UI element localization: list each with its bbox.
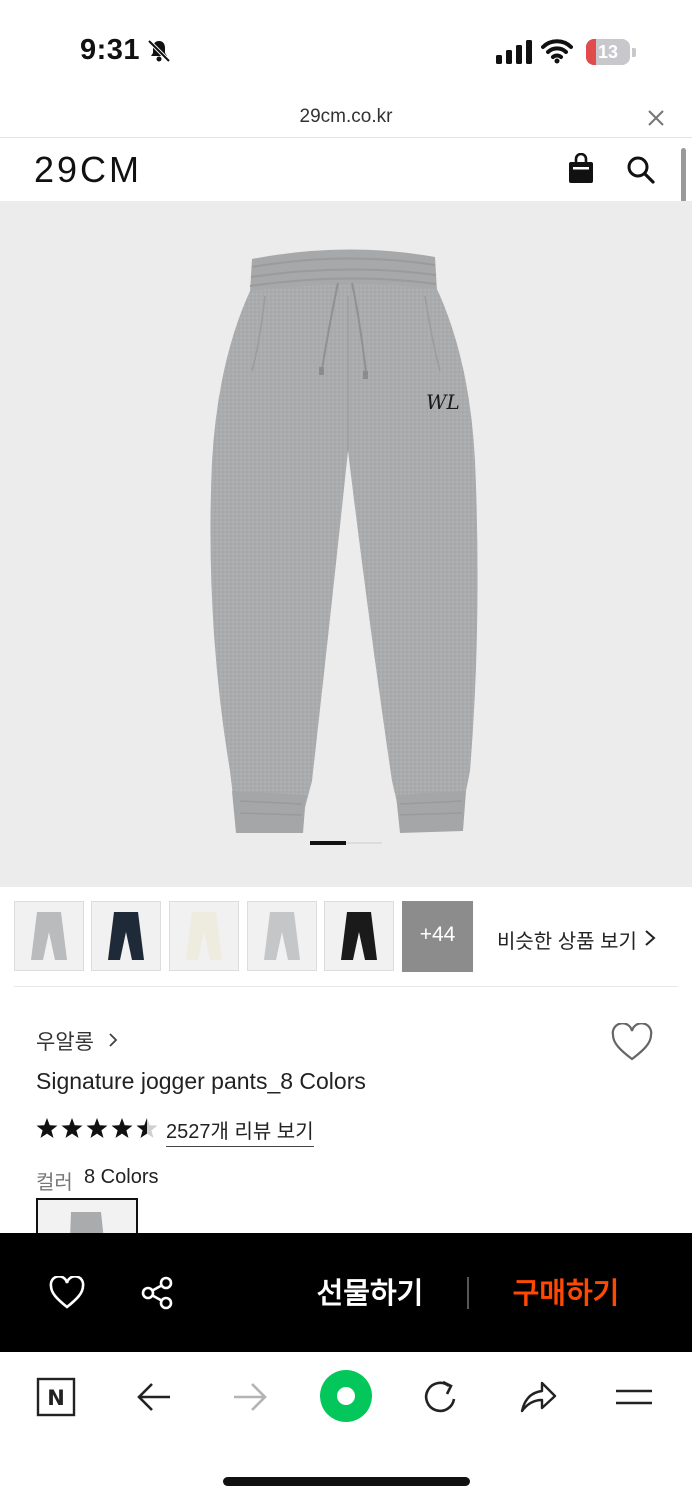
chevron-right-icon[interactable] [107,1031,119,1049]
product-title: Signature jogger pants_8 Colors [36,1068,366,1094]
star-filled-3 [86,1118,108,1138]
wishlist-heart-icon[interactable] [610,1023,654,1063]
pager-active-segment [310,841,346,845]
site-logo[interactable]: 29CM [34,149,142,191]
cellular-signal-icon [496,40,532,64]
url-text[interactable]: 29cm.co.kr [0,106,692,128]
selected-color-swatch[interactable] [36,1198,138,1238]
more-thumbnails-count: +44 [419,923,456,946]
battery-indicator: 13 [586,39,636,65]
thumb-pants-5 [341,912,377,960]
thumbnail-3[interactable] [169,901,239,971]
pager-track [346,842,382,844]
battery-level: 13 [597,42,619,62]
gift-button[interactable]: 선물하기 [300,1271,440,1315]
thumbnail-2[interactable] [91,901,161,971]
share-icon[interactable] [139,1275,175,1311]
product-image-carousel[interactable]: WL [0,201,692,887]
thumb-pants-3 [186,912,222,960]
browser-toolbar: N [0,1352,692,1500]
thumbnail-5[interactable] [324,901,394,971]
brand-name-link[interactable]: 우알롱 [36,1026,94,1056]
chevron-right-icon[interactable] [643,928,657,948]
thumb-pants-1 [31,912,67,960]
star-filled-4 [111,1118,133,1138]
site-header: 29CM [0,139,692,201]
shopping-bag-icon[interactable] [567,153,595,185]
reload-icon[interactable] [421,1377,461,1417]
wifi-icon [541,39,573,64]
similar-products-link[interactable]: 비슷한 상품 보기 [497,925,637,954]
naver-n-icon[interactable]: N [36,1377,76,1417]
home-indicator [223,1477,470,1486]
thumbnail-1[interactable] [14,901,84,971]
status-time: 9:31 [80,34,141,66]
star-filled-2 [61,1118,83,1138]
bell-muted-icon [147,39,171,63]
green-home-icon[interactable] [318,1368,374,1424]
color-count: 8 Colors [84,1166,159,1188]
thumb-pants-4 [264,912,300,960]
carousel-pager [310,841,382,845]
rating-stars [36,1118,158,1138]
share-arrow-icon[interactable] [518,1377,558,1417]
back-arrow-icon[interactable] [134,1377,174,1417]
review-link[interactable]: 2527개 리뷰 보기 [166,1115,314,1147]
forward-arrow-icon[interactable] [230,1377,270,1417]
menu-icon[interactable] [614,1377,654,1417]
browser-url-bar[interactable]: 29cm.co.kr [0,100,692,138]
thumb-pants-2 [108,912,144,960]
thumbnail-4[interactable] [247,901,317,971]
buy-button[interactable]: 구매하기 [496,1271,636,1315]
purchase-bar: 선물하기 구매하기 [0,1233,692,1352]
svg-text:N: N [47,1386,65,1410]
close-icon[interactable] [646,108,666,128]
star-filled-1 [36,1118,58,1138]
section-divider [14,986,678,987]
svg-text:WL: WL [426,390,460,414]
product-image: WL [210,249,478,833]
color-thumbnails: +44 비슷한 상품 보기 [0,887,692,987]
status-bar: 9:31 13 [0,0,692,100]
purchase-bar-divider [467,1277,469,1309]
heart-icon[interactable] [48,1276,86,1310]
search-icon[interactable] [626,155,656,185]
color-label: 컬러 [36,1172,73,1194]
more-thumbnails-button[interactable]: +44 [402,901,473,972]
